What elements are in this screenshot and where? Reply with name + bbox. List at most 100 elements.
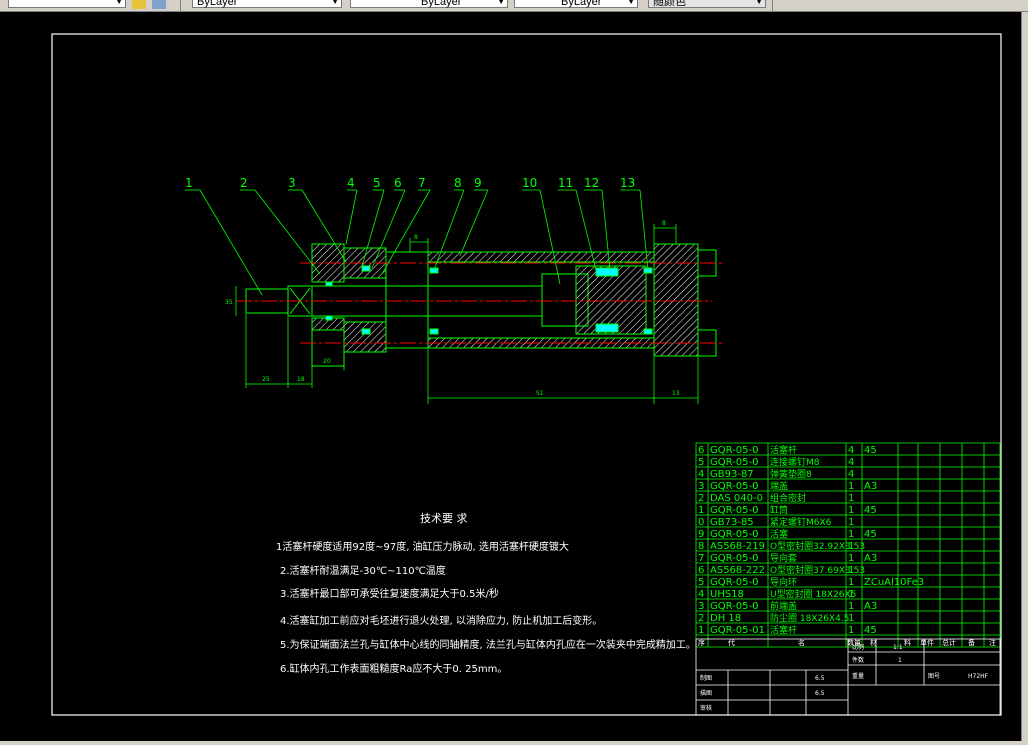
bom-cell-material: 45 [864,625,877,636]
bom-cell-code: GQR-05-01 [710,625,765,636]
seal-ring [643,328,653,335]
count-value: 1 [898,657,902,664]
bom-cell-code: UHS18 [710,589,744,600]
guide-sleeve-bottom [343,321,387,353]
layer-dropdown[interactable]: ▼ [8,0,126,8]
lineweight-dropdown[interactable]: ByLayer ▼ [514,0,638,8]
plotstyle-value: 随颜色 [653,0,686,8]
bom-cell-no: 5 [698,577,704,588]
drawing-border [51,33,1002,716]
balloon-10: 10 [522,176,537,190]
bom-cell-no: 8 [698,541,704,552]
bom-cell-no: 6 [698,445,704,456]
bom-cell-no: 6 [698,565,704,576]
bom-cell-code: AS568-222 [710,565,765,576]
balloon-3: 3 [288,176,296,190]
bom-cell-no: 3 [698,481,704,492]
bom-cell-name: 弹簧垫圈8 [770,468,812,480]
linetype-dropdown[interactable]: ByLayer ▼ [350,0,508,8]
bom-row: 9 GQR-05-0 活塞 1 45 [698,528,877,540]
toolbar-separator [180,0,181,11]
balloon-8: 8 [454,176,462,190]
chevron-down-icon: ▼ [755,0,763,6]
balloon-2: 2 [240,176,248,190]
bom-cell-no: 2 [698,613,704,624]
properties-toolbar: ▼ ByLayer ▼ ByLayer ▼ ByLayer ▼ 随颜色 ▼ [0,0,1028,12]
note-line-6: 6.缸体内孔工作表面粗糙度Ra应不大于0. 25mm。 [280,662,507,675]
toolbar-separator [772,0,773,11]
layer-previous-icon[interactable] [152,0,166,9]
bom-cell-code: GB93-87 [710,469,754,480]
bom-cell-qty: 1 [848,577,854,588]
bom-cell-no: 1 [698,505,704,516]
check-label: 描图 [700,689,712,697]
bom-cell-qty: 1 [848,541,854,552]
chevron-down-icon: ▼ [331,0,339,6]
bom-cell-no: 3 [698,601,704,612]
bom-row: 8 AS568-219 O型密封圈32.92X3.531 [698,540,865,552]
seal-ring [361,265,371,272]
bom-cell-qty: 1 [848,601,854,612]
vertical-scrollbar[interactable] [1021,12,1028,741]
bom-cell-code: GQR-05-0 [710,505,758,516]
layer-states-icon[interactable] [132,0,146,9]
bom-cell-code: GQR-05-0 [710,457,758,468]
bom-row: 1 GQR-05-0 缸筒 1 45 [698,504,877,516]
dim-13: 13 [672,390,680,397]
bom-row: 2 DAS 040-0 组合密封 1 [698,492,854,504]
bom-cell-code: DAS 040-0 [710,493,763,504]
chevron-down-icon: ▼ [497,0,505,6]
balloon-9: 9 [474,176,482,190]
bom-cell-material: 45 [864,505,877,516]
bom-row: 5 GQR-05-0 连接螺钉M8 4 [698,456,854,468]
bom-cell-code: DH 18 [710,613,741,624]
balloon-6: 6 [394,176,402,190]
bom-cell-code: GQR-05-0 [710,553,758,564]
bom-cell-qty: 1 [848,589,854,600]
scale-label: 比例 [852,643,864,651]
bom-row: 4 GB93-87 弹簧垫圈8 4 [698,468,854,480]
note-line-4: 4.活塞缸加工前应对毛坯进行退火处理, 以消除应力, 防止机加工后变形。 [280,614,602,627]
bom-cell-code: AS568-219 [710,541,765,552]
balloon-7: 7 [418,176,426,190]
balloon-1: 1 [185,176,193,190]
bom-cell-qty: 1 [848,517,854,528]
bom-row: 4 UHS18 U型密封圈 18X26X51 [698,588,856,600]
title-block: 比例 1:1 件数 1 重量 图号 H72HF 制图 6.5 描图 6.5 审核 [695,638,1001,716]
chevron-down-icon: ▼ [115,0,123,6]
bom-cell-qty: 1 [848,529,854,540]
color-dropdown[interactable]: ByLayer ▼ [192,0,342,8]
bom-cell-qty: 4 [848,445,854,456]
sheet-label: 图号 [928,673,940,680]
bom-cell-name: 防尘圈 18X26X4.5 [770,612,849,624]
dim-18: 18 [297,376,305,383]
bom-row: 0 GB73-85 紧定螺钉M6X6 1 [698,516,854,528]
barrel-front-end [385,251,429,349]
dim-25: 25 [262,376,270,383]
scale-value: 1:1 [893,644,903,651]
bom-cell-name: 导向套 [770,552,797,564]
bom-cell-no: 0 [698,517,704,528]
bom-cell-no: 4 [698,469,704,480]
bom-row: 7 GQR-05-0 导向套 1 A3 [698,552,877,564]
piston-seal-bottom [595,323,619,333]
dim-8a: 8 [414,234,418,241]
seal-ring [429,267,439,274]
notes-title: 技术要 求 [420,512,468,525]
bom-row: 6 AS568-222 O型密封圈37.69X3.531 [698,564,865,576]
bom-cell-qty: 1 [848,481,854,492]
bom-cell-material: A3 [864,601,877,612]
drawing-canvas[interactable]: 1 2 3 4 5 6 7 8 9 10 11 12 13 25 18 20 8… [0,12,1022,741]
bom-cell-code: GQR-05-0 [710,445,758,456]
balloon-13: 13 [620,176,635,190]
balloon-12: 12 [584,176,599,190]
bom-cell-qty: 1 [848,565,854,576]
bom-cell-qty: 1 [848,625,854,636]
note-line-3: 3.活塞杆最口部可承受往复速度满足大于0.5米/秒 [280,587,499,600]
plotstyle-dropdown[interactable]: 随颜色 ▼ [648,0,766,8]
seal-ring [361,328,371,335]
dim-8b: 8 [662,220,666,227]
bom-cell-qty: 1 [848,613,854,624]
balloon-5: 5 [373,176,381,190]
bom-cell-material: A3 [864,553,877,564]
